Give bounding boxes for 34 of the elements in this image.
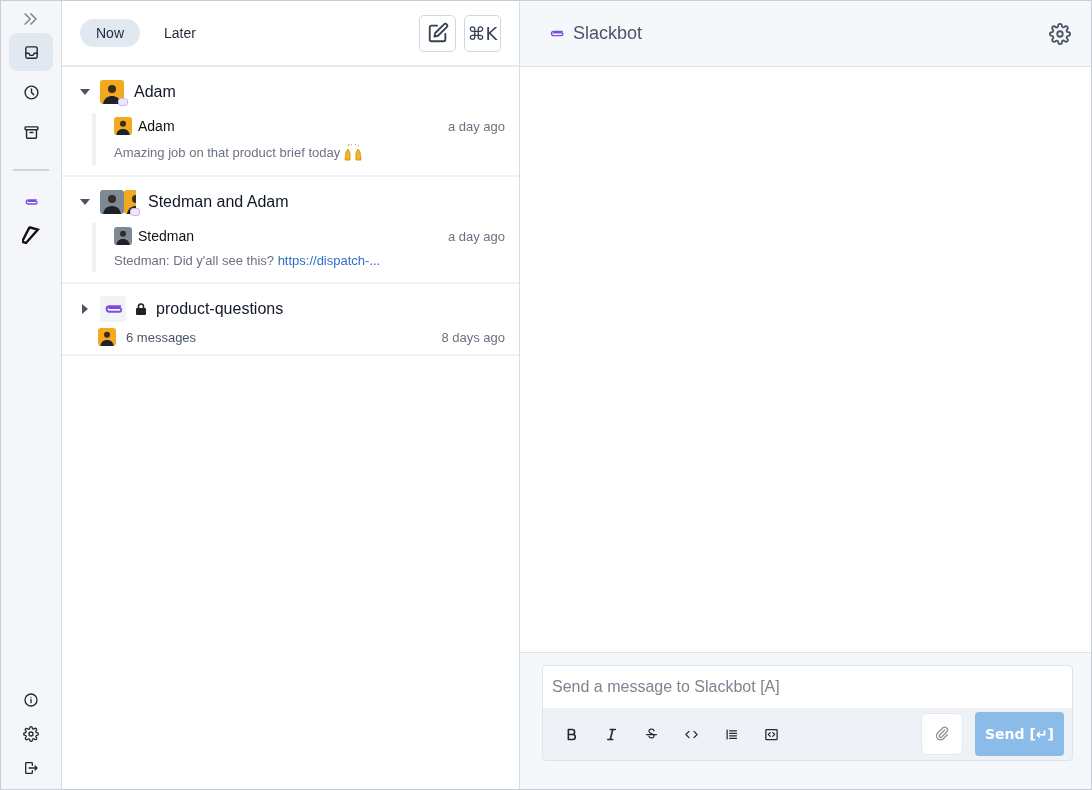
avatar (100, 80, 124, 104)
inbox-icon (22, 43, 40, 61)
collapse-caret-icon[interactable] (80, 87, 90, 97)
message-input[interactable]: Send a message to Slackbot [A] (543, 666, 1072, 708)
message-text: Amazing job on that product brief today (114, 144, 341, 160)
thread-title[interactable]: Adam (134, 83, 176, 101)
nav-button[interactable] (9, 33, 53, 71)
avatar (98, 328, 116, 346)
message-count: 6 messages (126, 329, 197, 345)
thread-title[interactable]: product-questions (156, 300, 284, 318)
avatar (114, 227, 132, 245)
thread-title[interactable]: Stedman and Adam (148, 193, 289, 211)
archive-icon (22, 123, 40, 141)
expand-caret-icon[interactable] (80, 304, 90, 314)
settings-icon[interactable] (1049, 22, 1071, 45)
tab[interactable]: Later (148, 19, 212, 47)
app-badge (130, 208, 140, 216)
edit-icon (426, 22, 449, 44)
timestamp: 8 days ago (441, 329, 505, 345)
shortcut-button[interactable]: ⌘K (464, 14, 501, 52)
compose-button[interactable] (419, 14, 456, 52)
link[interactable]: https://dispatch-... (277, 253, 381, 268)
timestamp: a day ago (447, 118, 505, 134)
chat-title: Slackbot (573, 23, 643, 44)
message-text: Stedman: Did y'all see this? https://dispatch-... (114, 253, 381, 268)
app-badge (118, 98, 128, 106)
clock-icon (22, 83, 40, 101)
author-name: Stedman (138, 228, 195, 244)
tab[interactable]: Now (80, 19, 140, 47)
avatar (114, 117, 132, 135)
collapse-caret-icon[interactable] (80, 197, 90, 207)
timestamp: a day ago (447, 228, 505, 244)
author-name: Adam (138, 118, 175, 134)
attach-button[interactable] (921, 713, 964, 755)
